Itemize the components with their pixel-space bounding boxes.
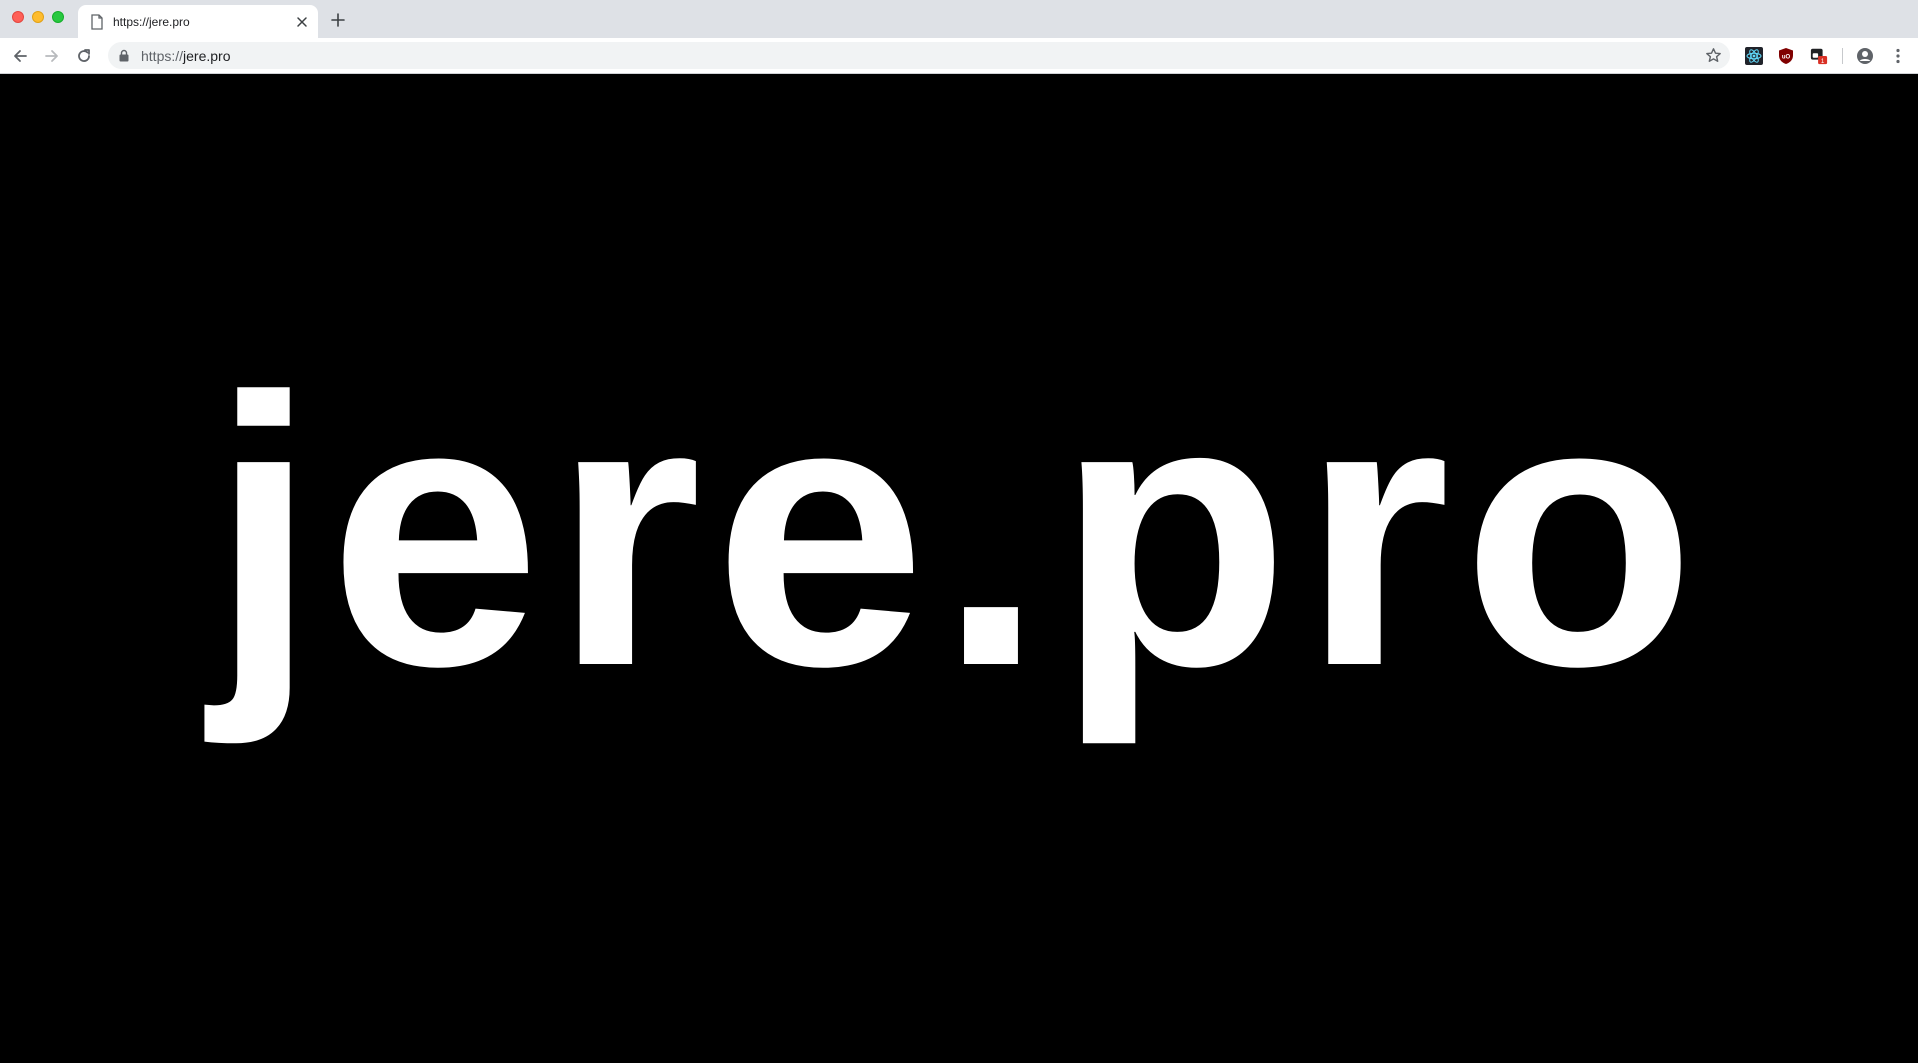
page-viewport: jere.pro	[0, 74, 1918, 1063]
address-bar[interactable]: https://jere.pro	[108, 42, 1730, 69]
react-devtools-icon[interactable]	[1745, 47, 1763, 65]
tab-active[interactable]: https://jere.pro	[78, 5, 318, 38]
browser-window: https://jere.pro https://jere.pro uO 1 j…	[0, 0, 1918, 1063]
extension-badge-count: 1	[1821, 58, 1825, 65]
arrow-right-icon[interactable]	[42, 46, 62, 66]
star-icon[interactable]	[1705, 47, 1722, 64]
window-zoom-button[interactable]	[52, 11, 64, 23]
kebab-menu-icon[interactable]	[1889, 47, 1907, 65]
account-circle-icon[interactable]	[1856, 47, 1874, 65]
toolbar: https://jere.pro uO 1	[0, 38, 1918, 74]
plus-icon[interactable]	[329, 11, 347, 29]
url-scheme: https://	[141, 48, 184, 64]
tab-strip: https://jere.pro	[0, 0, 1918, 38]
svg-text:uO: uO	[1782, 55, 1791, 61]
document-icon	[91, 14, 103, 30]
extension-badge-icon[interactable]: 1	[1810, 47, 1828, 65]
lock-icon[interactable]	[118, 49, 130, 62]
tab-title: https://jere.pro	[113, 15, 190, 29]
arrow-left-icon[interactable]	[10, 46, 30, 66]
url-host: jere.pro	[183, 48, 231, 64]
ublock-origin-icon[interactable]: uO	[1777, 47, 1795, 65]
page-headline: jere.pro	[210, 318, 1708, 745]
toolbar-divider	[1842, 48, 1843, 64]
url-text[interactable]: https://jere.pro	[141, 48, 231, 64]
window-minimize-button[interactable]	[32, 11, 44, 23]
close-icon[interactable]	[294, 14, 310, 30]
window-close-button[interactable]	[12, 11, 24, 23]
reload-icon[interactable]	[74, 46, 94, 66]
